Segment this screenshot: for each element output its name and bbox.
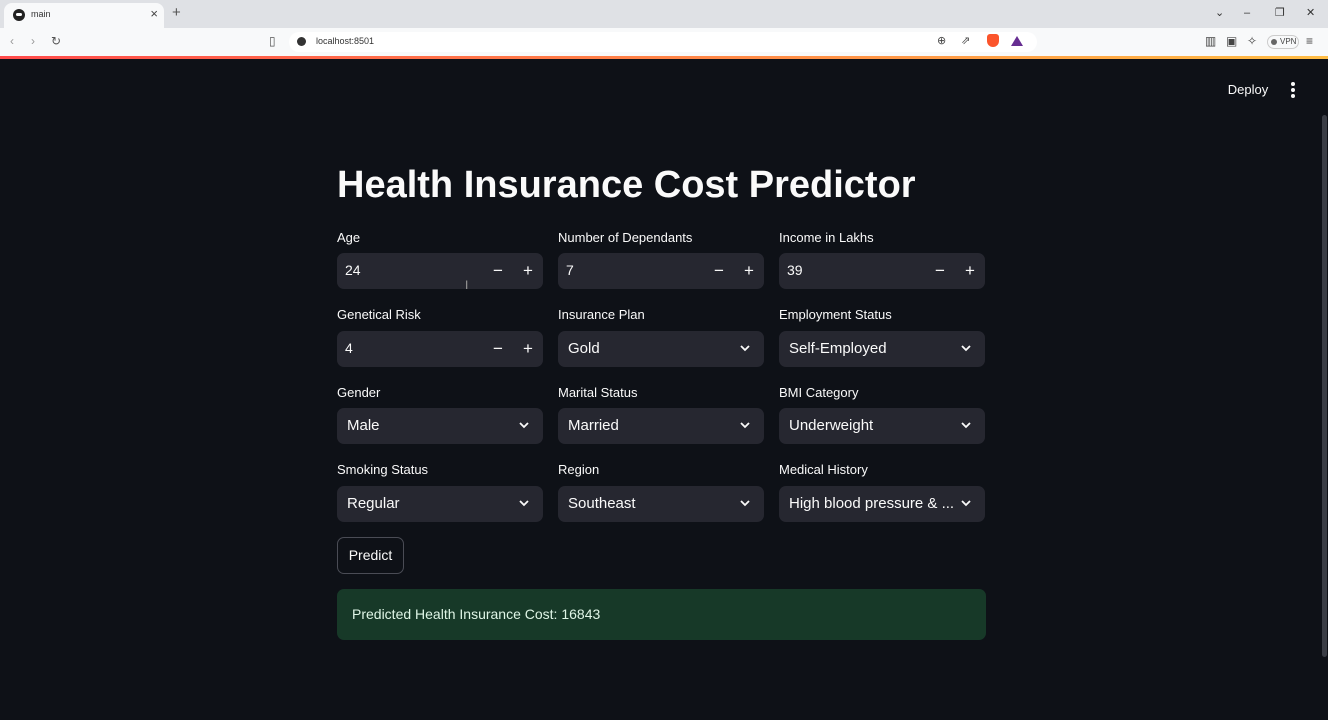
smoking-status-select[interactable]: Regular bbox=[337, 486, 543, 522]
chevron-down-icon[interactable] bbox=[961, 420, 971, 430]
gender-label: Gender bbox=[337, 385, 381, 400]
tab-list-chevron-icon[interactable]: ⌄ bbox=[1215, 6, 1224, 20]
deploy-button[interactable]: Deploy bbox=[1218, 79, 1278, 101]
gender-select[interactable]: Male bbox=[337, 408, 543, 444]
region-label: Region bbox=[558, 462, 600, 477]
gender-value: Male bbox=[347, 417, 380, 434]
page-title: Health Insurance Cost Predictor bbox=[337, 164, 916, 206]
genetical-risk-decrement-button[interactable]: − bbox=[483, 331, 513, 367]
tab-close-icon[interactable]: × bbox=[150, 6, 158, 22]
income-value[interactable]: 39 bbox=[787, 262, 803, 278]
income-increment-button[interactable]: + bbox=[955, 253, 985, 289]
employment-status-label: Employment Status bbox=[779, 307, 892, 322]
insurance-plan-label: Insurance Plan bbox=[558, 307, 645, 322]
brave-shield-icon[interactable] bbox=[987, 34, 999, 47]
marital-status-label: Marital Status bbox=[558, 385, 638, 400]
employment-status-value: Self-Employed bbox=[789, 340, 887, 357]
region-value: Southeast bbox=[568, 495, 636, 512]
dependants-decrement-button[interactable]: − bbox=[704, 253, 734, 289]
marital-status-value: Married bbox=[568, 417, 619, 434]
menu-icon[interactable]: ≡ bbox=[1306, 34, 1313, 48]
chevron-down-icon[interactable] bbox=[740, 343, 750, 353]
dependants-label: Number of Dependants bbox=[558, 230, 693, 245]
income-label: Income in Lakhs bbox=[779, 230, 874, 245]
text-cursor-icon: I bbox=[465, 278, 469, 292]
forward-icon[interactable]: › bbox=[31, 34, 35, 48]
tab-title: main bbox=[31, 9, 51, 19]
vpn-button[interactable]: VPN bbox=[1267, 35, 1299, 49]
bmi-category-label: BMI Category bbox=[779, 385, 859, 400]
zoom-icon[interactable]: ⊕ bbox=[937, 35, 946, 48]
prediction-result-alert: Predicted Health Insurance Cost: 16843 bbox=[337, 589, 986, 640]
address-bar-row: ‹ › ↻ ▯ localhost:8501 ⊕ ⇗ ▥ ▣ ✧ ≡ bbox=[0, 28, 1328, 56]
age-decrement-button[interactable]: − bbox=[483, 253, 513, 289]
bmi-category-value: Underweight bbox=[789, 417, 874, 434]
income-input[interactable]: 39 − + bbox=[779, 253, 985, 289]
prediction-result-text: Predicted Health Insurance Cost: 16843 bbox=[352, 606, 601, 622]
dependants-input[interactable]: 7 − + bbox=[558, 253, 764, 289]
browser-tab-strip: main × + ⌄ – ❐ ✕ bbox=[0, 0, 1328, 28]
leo-ai-icon[interactable]: ✧ bbox=[1247, 34, 1257, 48]
medical-history-value: High blood pressure & ... bbox=[789, 495, 955, 512]
app-container: Deploy Health Insurance Cost Predictor A… bbox=[0, 59, 1328, 720]
browser-tab[interactable]: main × bbox=[4, 3, 164, 28]
scrollbar[interactable] bbox=[1322, 115, 1327, 657]
minimize-icon[interactable]: – bbox=[1244, 6, 1250, 20]
chevron-down-icon[interactable] bbox=[740, 420, 750, 430]
reload-icon[interactable]: ↻ bbox=[51, 34, 61, 48]
age-input[interactable]: 24 − + bbox=[337, 253, 543, 289]
bmi-category-select[interactable]: Underweight bbox=[779, 408, 985, 444]
chevron-down-icon[interactable] bbox=[961, 343, 971, 353]
genetical-risk-value[interactable]: 4 bbox=[345, 340, 353, 356]
age-label: Age bbox=[337, 230, 361, 245]
url-field[interactable]: localhost:8501 ⊕ ⇗ bbox=[289, 32, 1037, 52]
sidebar-icon[interactable]: ▥ bbox=[1205, 34, 1216, 48]
age-value[interactable]: 24 bbox=[345, 262, 361, 278]
smoking-status-value: Regular bbox=[347, 495, 400, 512]
genetical-risk-input[interactable]: 4 − + bbox=[337, 331, 543, 367]
restore-icon[interactable]: ❐ bbox=[1275, 6, 1285, 20]
wallet-icon[interactable]: ▣ bbox=[1226, 34, 1237, 48]
predict-button[interactable]: Predict bbox=[337, 537, 404, 574]
main-menu-icon[interactable] bbox=[1286, 80, 1300, 100]
chevron-down-icon[interactable] bbox=[740, 498, 750, 508]
streamlit-favicon-icon bbox=[13, 9, 25, 21]
window-close-icon[interactable]: ✕ bbox=[1306, 6, 1315, 20]
medical-history-select[interactable]: High blood pressure & ... bbox=[779, 486, 985, 522]
dependants-increment-button[interactable]: + bbox=[734, 253, 764, 289]
chevron-down-icon[interactable] bbox=[519, 498, 529, 508]
genetical-risk-label: Genetical Risk bbox=[337, 307, 421, 322]
chevron-down-icon[interactable] bbox=[519, 420, 529, 430]
medical-history-label: Medical History bbox=[779, 462, 868, 477]
bookmark-icon[interactable]: ▯ bbox=[269, 34, 276, 48]
age-increment-button[interactable]: + bbox=[513, 253, 543, 289]
employment-status-select[interactable]: Self-Employed bbox=[779, 331, 985, 367]
marital-status-select[interactable]: Married bbox=[558, 408, 764, 444]
dependants-value[interactable]: 7 bbox=[566, 262, 574, 278]
smoking-status-label: Smoking Status bbox=[337, 462, 429, 477]
site-info-icon[interactable] bbox=[297, 37, 306, 46]
share-icon[interactable]: ⇗ bbox=[961, 35, 970, 48]
url-text: localhost:8501 bbox=[316, 36, 375, 46]
region-select[interactable]: Southeast bbox=[558, 486, 764, 522]
insurance-plan-value: Gold bbox=[568, 340, 600, 357]
brave-rewards-icon[interactable] bbox=[1011, 36, 1023, 46]
new-tab-icon[interactable]: + bbox=[172, 5, 181, 21]
insurance-plan-select[interactable]: Gold bbox=[558, 331, 764, 367]
back-icon[interactable]: ‹ bbox=[10, 34, 14, 48]
income-decrement-button[interactable]: − bbox=[925, 253, 955, 289]
genetical-risk-increment-button[interactable]: + bbox=[513, 331, 543, 367]
chevron-down-icon[interactable] bbox=[961, 498, 971, 508]
